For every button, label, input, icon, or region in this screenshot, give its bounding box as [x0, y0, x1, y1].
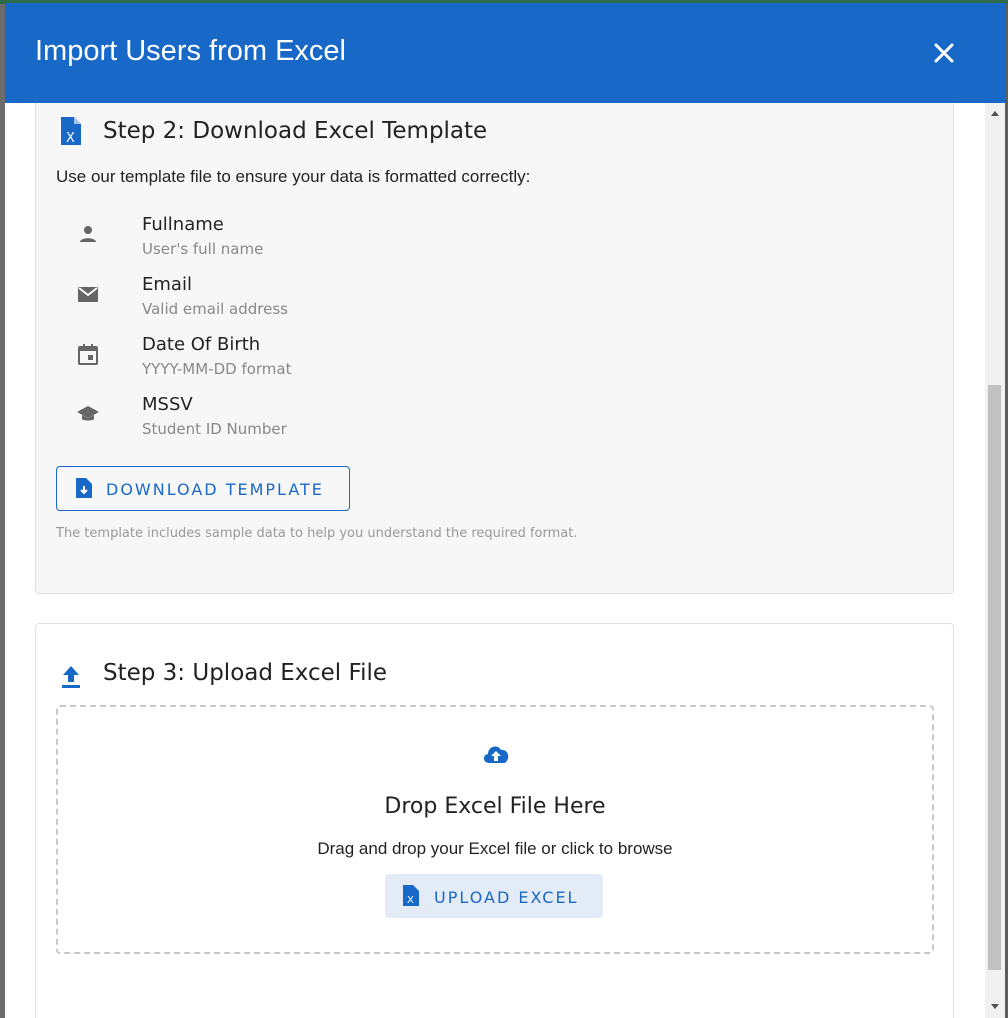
scroll-thumb[interactable]	[988, 385, 1001, 970]
field-row-fullname: Fullname User's full name	[36, 214, 636, 264]
upload-excel-button[interactable]: X UPLOAD EXCEL	[385, 874, 603, 918]
field-description: User's full name	[142, 240, 264, 258]
step2-card: X Step 2: Download Excel Template Use ou…	[35, 103, 954, 594]
field-name: Fullname	[142, 214, 224, 235]
file-download-icon	[75, 478, 93, 503]
field-name: Date Of Birth	[142, 334, 261, 355]
step3-title: Step 3: Upload Excel File	[103, 660, 387, 686]
dialog-header: Import Users from Excel	[5, 3, 1005, 103]
import-users-dialog: Import Users from Excel X Step 2: Downlo…	[5, 3, 1005, 1018]
excel-file-icon: X	[402, 885, 420, 911]
field-name: Email	[142, 274, 192, 295]
step3-card: Step 3: Upload Excel File Drop Excel Fil…	[35, 623, 954, 1018]
close-icon	[934, 43, 954, 63]
field-description: Valid email address	[142, 300, 288, 318]
field-row-dob: Date Of Birth YYYY-MM-DD format	[36, 334, 636, 384]
download-template-label: DOWNLOAD TEMPLATE	[106, 480, 324, 499]
file-dropzone[interactable]: Drop Excel File Here Drag and drop your …	[56, 705, 934, 954]
template-note: The template includes sample data to hel…	[56, 526, 578, 541]
field-row-mssv: MSSV Student ID Number	[36, 394, 636, 444]
graduation-cap-icon	[76, 402, 100, 426]
drop-subtitle: Drag and drop your Excel file or click t…	[317, 839, 673, 858]
field-name: MSSV	[142, 394, 193, 415]
upload-excel-label: UPLOAD EXCEL	[434, 888, 579, 907]
dialog-body[interactable]: X Step 2: Download Excel Template Use ou…	[5, 103, 985, 1018]
scroll-up-arrow-icon[interactable]	[991, 111, 999, 116]
field-description: YYYY-MM-DD format	[142, 360, 292, 378]
upload-icon	[60, 664, 82, 693]
calendar-icon	[76, 342, 100, 366]
field-row-email: Email Valid email address	[36, 274, 636, 324]
excel-file-icon: X	[59, 117, 83, 150]
drop-title: Drop Excel File Here	[384, 794, 606, 819]
step2-title: Step 2: Download Excel Template	[103, 118, 488, 144]
vertical-scrollbar[interactable]	[985, 103, 1005, 1018]
scroll-down-arrow-icon[interactable]	[991, 1004, 999, 1009]
svg-text:X: X	[407, 895, 414, 906]
svg-text:X: X	[66, 131, 75, 145]
template-intro: Use our template file to ensure your dat…	[56, 167, 531, 186]
download-template-button[interactable]: DOWNLOAD TEMPLATE	[56, 466, 350, 511]
close-button[interactable]	[930, 39, 958, 67]
field-description: Student ID Number	[142, 420, 287, 438]
cloud-upload-icon	[481, 742, 511, 769]
dialog-title: Import Users from Excel	[35, 35, 346, 67]
email-icon	[76, 282, 100, 306]
person-icon	[76, 222, 100, 246]
